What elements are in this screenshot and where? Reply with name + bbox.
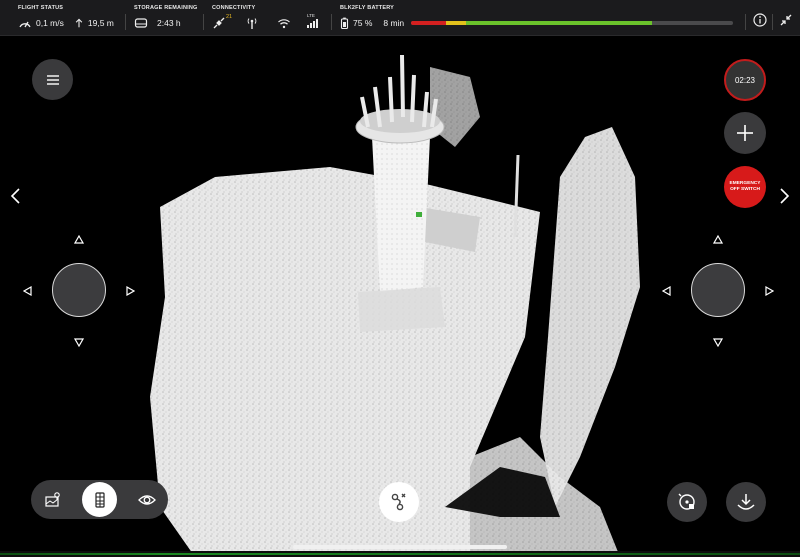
add-button[interactable] <box>724 112 766 154</box>
triangle-down-icon <box>713 337 723 347</box>
triangle-left-icon <box>23 286 33 296</box>
storage-title: STORAGE REMAINING <box>134 5 198 11</box>
triangle-up-icon <box>713 235 723 245</box>
flight-status-group: FLIGHT STATUS 0,1 m/s 19,5 m <box>18 0 128 36</box>
info-icon[interactable] <box>753 13 767 27</box>
speed-value: 0,1 m/s <box>36 18 64 28</box>
battery-level-bar <box>411 21 733 25</box>
satellite-count: 21 <box>226 14 233 20</box>
point-cloud-icon <box>94 491 105 508</box>
home-indicator <box>293 545 507 549</box>
connectivity-group: CONNECTIVITY 21 LTE <box>212 0 332 36</box>
battery-title: BLK2FLY BATTERY <box>340 5 395 11</box>
map-view-button[interactable] <box>35 482 70 517</box>
tree-cloud <box>540 127 640 507</box>
return-home-button[interactable] <box>667 482 707 522</box>
battery-time: 8 min <box>383 18 405 28</box>
wifi-icon <box>277 17 291 29</box>
landing-icon <box>737 494 755 510</box>
satellite-icon: 21 <box>213 14 232 29</box>
divider <box>125 14 126 30</box>
bottom-status-line <box>0 551 800 557</box>
land-button[interactable] <box>726 482 766 522</box>
storage-value: 2:43 h <box>157 18 181 28</box>
status-bar: FLIGHT STATUS 0,1 m/s 19,5 m STORAGE REM… <box>0 0 800 36</box>
left-joystick[interactable] <box>52 263 106 317</box>
triangle-down-icon <box>74 337 84 347</box>
triangle-up-icon <box>74 235 84 245</box>
battery-percent: 75 % <box>353 18 373 28</box>
tower-platform <box>360 109 440 133</box>
storage-group: STORAGE REMAINING 2:43 h <box>134 0 204 36</box>
point-cloud-view-button[interactable] <box>82 482 117 517</box>
divider <box>772 14 773 30</box>
route-button[interactable] <box>379 482 419 522</box>
lte-label: LTE <box>307 13 315 18</box>
triangle-left-icon <box>662 286 672 296</box>
divider <box>745 14 746 30</box>
speedometer-icon <box>18 17 32 29</box>
altitude-arrow-icon <box>74 17 84 29</box>
battery-icon <box>340 17 349 29</box>
hamburger-icon <box>46 74 59 85</box>
view-mode-bar <box>31 480 168 519</box>
lte-signal-icon: LTE <box>305 13 319 29</box>
right-joystick[interactable] <box>691 263 745 317</box>
battery-level-segment <box>446 21 466 25</box>
chevron-right-icon[interactable] <box>778 188 790 204</box>
route-icon <box>391 493 406 511</box>
divider <box>203 14 204 30</box>
battery-level-segment <box>411 21 447 25</box>
altitude-value: 19,5 m <box>87 18 114 28</box>
camera-view-button[interactable] <box>129 482 164 517</box>
eye-icon <box>137 494 156 505</box>
flight-timer[interactable]: 02:23 <box>724 59 766 101</box>
triangle-right-icon <box>125 286 135 296</box>
collapse-icon[interactable] <box>779 13 793 27</box>
tower-base <box>358 287 445 332</box>
menu-button[interactable] <box>32 59 73 100</box>
triangle-right-icon <box>764 286 774 296</box>
battery-level-segment <box>465 21 653 25</box>
rotate-target-icon <box>678 493 695 510</box>
battery-group: BLK2FLY BATTERY 75 % 8 min <box>340 0 410 36</box>
map-pin-icon <box>44 491 60 507</box>
divider <box>331 14 332 30</box>
connectivity-title: CONNECTIVITY <box>212 5 256 11</box>
plus-icon <box>737 125 753 141</box>
drone-marker <box>416 212 422 217</box>
flight-status-title: FLIGHT STATUS <box>18 5 64 11</box>
chevron-left-icon[interactable] <box>10 188 22 204</box>
point-cloud-view[interactable] <box>0 37 800 557</box>
emergency-off-switch-button[interactable]: EMERGENCY OFF SWITCH <box>724 166 766 208</box>
emergency-label: OFF SWITCH <box>730 187 760 192</box>
storage-drive-icon <box>134 17 148 29</box>
radio-tower-icon <box>245 17 259 29</box>
